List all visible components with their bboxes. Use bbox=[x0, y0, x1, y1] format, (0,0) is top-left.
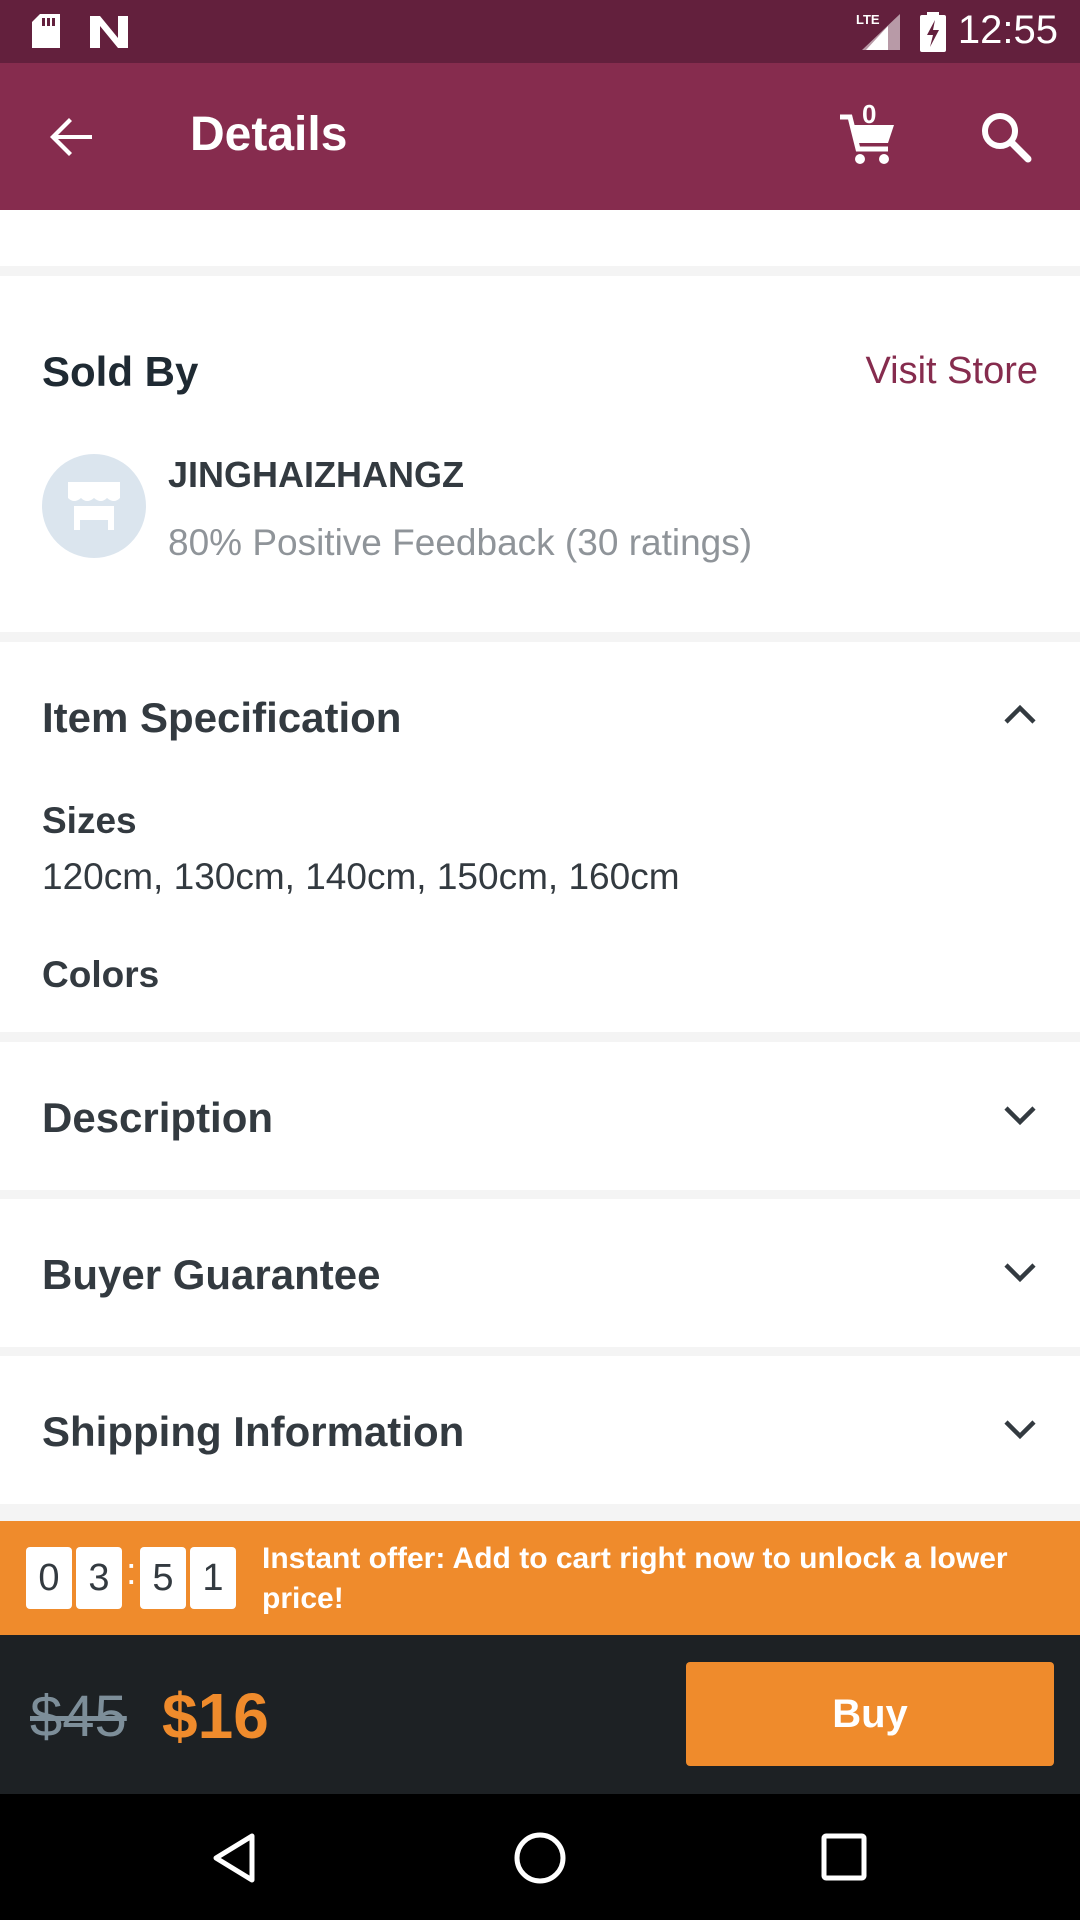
colors-label: Colors bbox=[42, 954, 160, 995]
chevron-down-icon[interactable] bbox=[1002, 1104, 1038, 1128]
clock: 12:55 bbox=[957, 8, 1058, 52]
seller-card: Sold By Visit Store JINGHAIZHANGZ 80% Po… bbox=[0, 276, 1080, 632]
buy-button[interactable]: Buy bbox=[686, 1662, 1054, 1766]
timer-digit: 1 bbox=[190, 1547, 236, 1609]
buy-bar: $45 $16 Buy bbox=[0, 1635, 1080, 1794]
buyer-guarantee-section[interactable]: Buyer Guarantee bbox=[0, 1199, 1080, 1347]
sold-by-heading: Sold By bbox=[42, 348, 199, 395]
sd-card-icon bbox=[32, 14, 60, 48]
nav-recent-apps-icon[interactable] bbox=[820, 1832, 868, 1882]
buyer-guarantee-header[interactable]: Buyer Guarantee bbox=[42, 1251, 380, 1299]
status-bar: LTE 12:55 bbox=[0, 0, 1080, 63]
back-arrow-icon[interactable] bbox=[44, 109, 100, 165]
lte-signal-icon: LTE bbox=[856, 12, 900, 50]
item-specification-section: Item Specification Sizes 120cm, 130cm, 1… bbox=[0, 642, 1080, 1032]
offer-message: Instant offer: Add to cart right now to … bbox=[262, 1542, 1008, 1615]
sizes-value: 120cm, 130cm, 140cm, 150cm, 160cm bbox=[42, 856, 680, 897]
description-section[interactable]: Description bbox=[0, 1042, 1080, 1190]
seller-name[interactable]: JINGHAIZHANGZ bbox=[168, 454, 464, 496]
timer-digit: 5 bbox=[140, 1547, 186, 1609]
cart-count-badge: 0 bbox=[862, 99, 877, 129]
chevron-down-icon[interactable] bbox=[1002, 1418, 1038, 1442]
instant-offer-banner: 0 3 : 5 1 Instant offer: Add to cart rig… bbox=[0, 1521, 1080, 1635]
seller-feedback: 80% Positive Feedback (30 ratings) bbox=[168, 522, 753, 563]
visit-store-link[interactable]: Visit Store bbox=[866, 350, 1038, 393]
search-icon[interactable] bbox=[978, 109, 1034, 165]
previous-card-edge bbox=[0, 210, 1080, 266]
current-price: $16 bbox=[162, 1680, 269, 1752]
storefront-icon bbox=[68, 482, 120, 530]
chevron-up-icon[interactable] bbox=[1002, 702, 1038, 726]
shipping-information-header[interactable]: Shipping Information bbox=[42, 1408, 464, 1456]
sizes-label: Sizes bbox=[42, 800, 137, 841]
nav-back-icon[interactable] bbox=[210, 1832, 258, 1884]
timer-digit: 0 bbox=[26, 1547, 72, 1609]
original-price: $45 bbox=[30, 1684, 127, 1749]
shipping-information-section[interactable]: Shipping Information bbox=[0, 1356, 1080, 1504]
svg-text:LTE: LTE bbox=[856, 12, 880, 27]
battery-charging-icon bbox=[920, 12, 946, 52]
nav-home-icon[interactable] bbox=[512, 1830, 568, 1886]
chevron-down-icon[interactable] bbox=[1002, 1261, 1038, 1285]
description-header[interactable]: Description bbox=[42, 1094, 273, 1142]
item-specification-header[interactable]: Item Specification bbox=[42, 694, 401, 742]
page-title: Details bbox=[190, 108, 348, 161]
app-bar: Details 0 bbox=[0, 63, 1080, 210]
timer-separator: : bbox=[126, 1551, 137, 1593]
timer-digit: 3 bbox=[76, 1547, 122, 1609]
system-nav-bar bbox=[0, 1794, 1080, 1920]
store-avatar[interactable] bbox=[42, 454, 146, 558]
notification-n-icon bbox=[90, 16, 128, 48]
